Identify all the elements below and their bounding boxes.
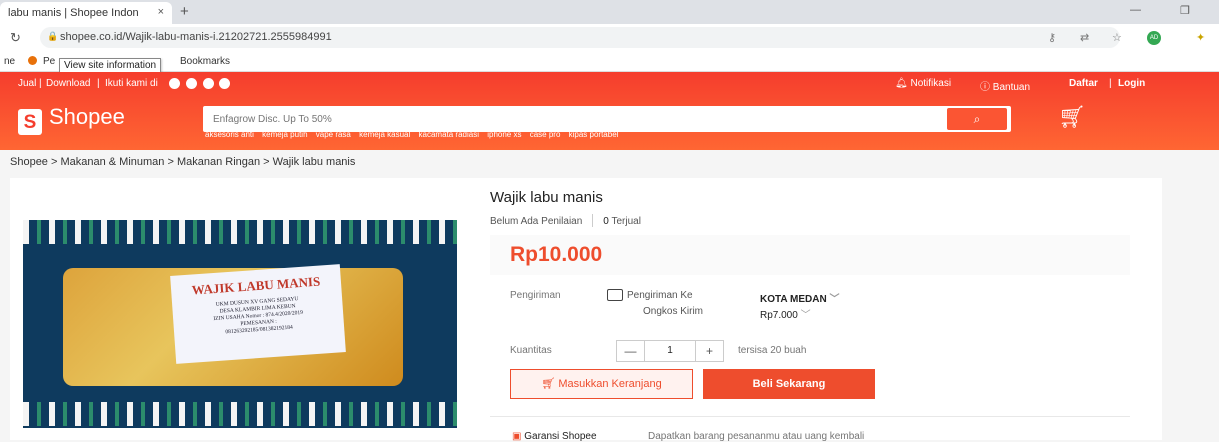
stock-text: tersisa 20 buah: [738, 345, 807, 356]
product-image[interactable]: WAJIK LABU MANIS UKM DUSUN XV GANG SEDAY…: [23, 220, 457, 428]
shipping-cost[interactable]: Rp7.000 ﹀: [760, 306, 811, 321]
nav-divider: |: [39, 78, 42, 89]
cart-add-icon: 🛒︎: [541, 378, 556, 390]
keyword-link[interactable]: iphone xs: [487, 130, 521, 139]
address-bar[interactable]: 🔒 shopee.co.id/Wajik-labu-manis-i.212027…: [40, 27, 1120, 48]
chrome-icon: [28, 56, 37, 65]
buy-now-button[interactable]: Beli Sekarang: [703, 369, 875, 399]
chevron-down-icon: ﹀: [800, 310, 811, 321]
guarantee-text: Dapatkan barang pesananmu atau uang kemb…: [648, 431, 865, 442]
cart-icon[interactable]: 🛒︎: [1058, 104, 1086, 130]
nav-divider: |: [97, 78, 100, 89]
search-button[interactable]: ⌕: [947, 108, 1007, 130]
mat-pattern: [23, 402, 457, 426]
breadcrumb[interactable]: Shopee > Makanan & Minuman > Makanan Rin…: [10, 156, 355, 168]
keyword-link[interactable]: aksesoris anti: [205, 130, 254, 139]
increase-quantity-button[interactable]: +: [695, 341, 723, 361]
keyword-suggestions: aksesoris anti kemeja putih vape rasa ke…: [205, 130, 624, 139]
bookmark-item[interactable]: Pe: [43, 56, 55, 67]
restore-button[interactable]: ❐: [1180, 4, 1190, 17]
login-link[interactable]: Login: [1118, 78, 1145, 89]
divider: [592, 214, 594, 227]
rating-text: Belum Ada Penilaian: [490, 216, 583, 227]
translate-icon[interactable]: ⇄: [1080, 31, 1089, 44]
line-icon[interactable]: [202, 78, 214, 89]
keyword-link[interactable]: kacamata radiasi: [419, 130, 479, 139]
product-label: WAJIK LABU MANIS UKM DUSUN XV GANG SEDAY…: [170, 264, 346, 364]
shipping-label: Pengiriman: [510, 290, 561, 301]
label-details: UKM DUSUN XV GANG SEDAYU DESA KLAMBIR LI…: [172, 293, 344, 340]
shield-icon: ▣: [512, 431, 522, 442]
chevron-down-icon: ﹀: [829, 294, 840, 305]
bookmark-item[interactable]: ne: [4, 56, 15, 67]
instagram-icon[interactable]: [185, 78, 197, 89]
notification-link[interactable]: 🔔︎ Notifikasi: [895, 78, 951, 89]
sold-label: Terjual: [611, 216, 641, 227]
browser-tab[interactable]: labu manis | Shopee Indon ×: [0, 2, 172, 24]
notification-label: Notifikasi: [910, 78, 952, 89]
bell-icon: 🔔︎: [895, 78, 908, 89]
keyword-link[interactable]: kemeja putih: [262, 130, 307, 139]
profile-avatar[interactable]: AD: [1147, 31, 1161, 45]
keyword-link[interactable]: case pro: [530, 130, 561, 139]
site-info-tooltip: View site information: [59, 58, 162, 73]
add-to-cart-button[interactable]: 🛒︎ Masukkan Keranjang: [510, 369, 693, 399]
keyword-link[interactable]: kemeja kasual: [359, 130, 410, 139]
nav-divider: |: [1109, 78, 1112, 89]
url-text: shopee.co.id/Wajik-labu-manis-i.21202721…: [60, 31, 332, 43]
rating-summary: Belum Ada Penilaian 0 Terjual: [490, 214, 641, 227]
register-link[interactable]: Daftar: [1069, 78, 1098, 89]
guarantee-title: Garansi Shopee: [524, 431, 597, 442]
follow-label: Ikuti kami di: [105, 78, 158, 89]
quantity-stepper: — 1 +: [616, 340, 724, 362]
minimize-button[interactable]: —: [1130, 4, 1141, 16]
shipping-destination[interactable]: KOTA MEDAN ﹀: [760, 290, 839, 305]
sold-count: 0: [603, 216, 609, 227]
decrease-quantity-button[interactable]: —: [617, 341, 645, 361]
keyword-link[interactable]: vape rasa: [316, 130, 351, 139]
price-box: Rp10.000: [490, 235, 1130, 275]
sell-link[interactable]: Jual: [18, 78, 36, 89]
section-divider: [490, 416, 1130, 417]
key-icon[interactable]: ⚷: [1048, 31, 1056, 44]
new-tab-button[interactable]: +: [180, 3, 189, 20]
add-to-cart-label: Masukkan Keranjang: [558, 378, 662, 390]
help-link[interactable]: ⓘ Bantuan: [980, 78, 1030, 93]
download-link[interactable]: Download: [46, 78, 90, 89]
product-price: Rp10.000: [510, 243, 603, 266]
search-icon: ⌕: [973, 112, 981, 126]
social-icons: [166, 78, 231, 90]
shipping-cost-value: Rp7.000: [760, 310, 798, 321]
product-title: Wajik labu manis: [490, 189, 603, 206]
destination-value: KOTA MEDAN: [760, 294, 827, 305]
shopee-logo[interactable]: S Shopee: [18, 104, 125, 135]
shipping-to-label: Pengiriman Ke: [627, 290, 693, 301]
shipping-cost-label: Ongkos Kirim: [643, 306, 704, 317]
keyword-link[interactable]: kipas portabel: [569, 130, 619, 139]
tab-title: labu manis | Shopee Indon: [8, 7, 139, 19]
bookmarks-bar: ne Pe Bookmarks: [0, 52, 1219, 72]
extension-icon[interactable]: ✦: [1196, 31, 1205, 44]
truck-icon: [607, 289, 623, 301]
youtube-icon[interactable]: [219, 78, 231, 89]
quantity-input[interactable]: 1: [645, 341, 695, 361]
tab-close-icon[interactable]: ×: [158, 6, 164, 18]
browser-tab-bar: labu manis | Shopee Indon × + — ❐: [0, 0, 1219, 24]
star-icon[interactable]: ☆: [1112, 31, 1122, 44]
lock-icon[interactable]: 🔒: [47, 31, 58, 42]
reload-icon[interactable]: ↻: [10, 30, 21, 46]
address-toolbar: ↻ 🔒 shopee.co.id/Wajik-labu-manis-i.2120…: [0, 24, 1219, 52]
logo-text: Shopee: [49, 104, 125, 129]
guarantee[interactable]: ▣ Garansi Shopee: [512, 431, 597, 442]
bookmarks-folder[interactable]: Bookmarks: [180, 56, 230, 67]
search-box: ⌕: [203, 106, 1011, 132]
help-icon: ⓘ: [980, 82, 990, 93]
search-input[interactable]: [213, 110, 933, 128]
help-label: Bantuan: [992, 82, 1031, 93]
quantity-label: Kuantitas: [510, 345, 552, 356]
facebook-icon[interactable]: [169, 78, 180, 89]
shopping-bag-icon: S: [18, 109, 42, 135]
mat-pattern: [23, 220, 457, 244]
